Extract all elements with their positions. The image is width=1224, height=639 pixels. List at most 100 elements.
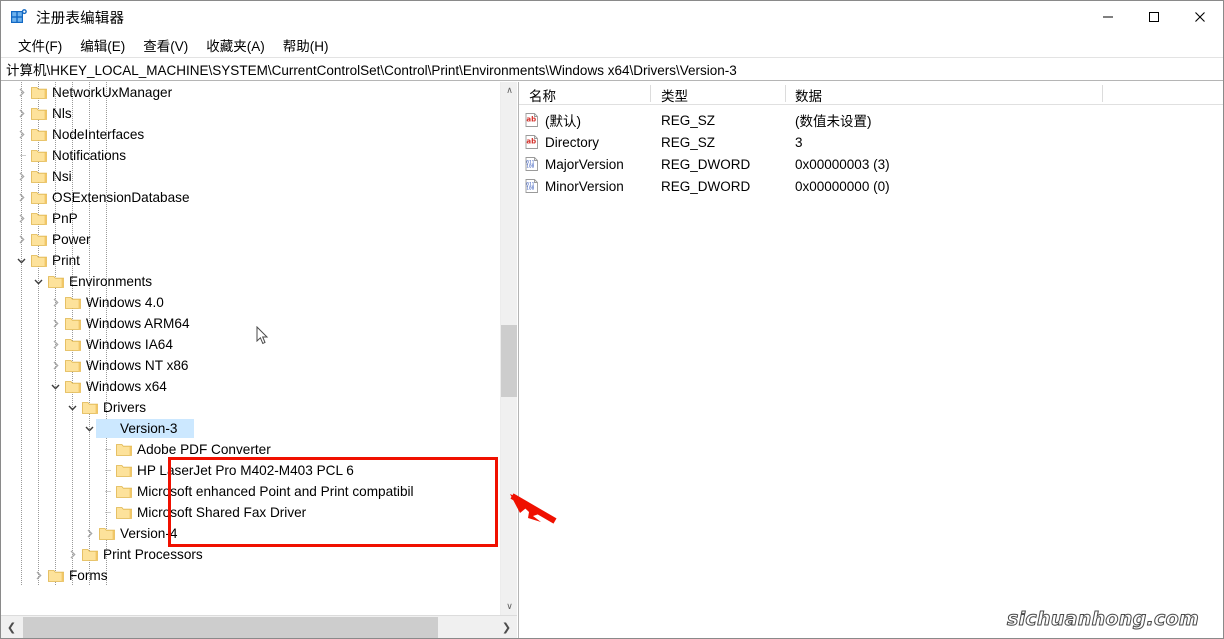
mouse-cursor [256, 325, 270, 346]
chevron-right-icon[interactable] [47, 292, 63, 313]
chevron-right-icon[interactable] [13, 229, 29, 250]
value-type: REG_DWORD [661, 178, 751, 194]
tree-node-label: Power [52, 232, 91, 247]
tree-node[interactable]: Print [1, 250, 496, 271]
tree-node-label: Adobe PDF Converter [137, 442, 271, 457]
horizontal-scroll-thumb[interactable] [23, 617, 438, 638]
chevron-right-icon[interactable] [81, 523, 97, 544]
tree-node[interactable]: Windows IA64 [1, 334, 496, 355]
scroll-down-button[interactable]: ∨ [501, 598, 517, 615]
tree-node[interactable]: Power [1, 229, 496, 250]
column-header-data[interactable]: 数据 [795, 85, 822, 105]
value-row[interactable]: ab (默认) REG_SZ (数值未设置) [519, 109, 1223, 131]
value-name: MinorVersion [545, 178, 624, 194]
vertical-scroll-thumb[interactable] [501, 325, 517, 397]
chevron-down-icon[interactable] [13, 250, 29, 271]
scroll-up-button[interactable]: ∧ [501, 82, 517, 99]
value-data: 0x00000000 (0) [795, 178, 890, 194]
folder-icon [99, 527, 116, 541]
chevron-down-icon[interactable] [30, 271, 46, 292]
value-row[interactable]: ab Directory REG_SZ 3 [519, 131, 1223, 153]
chevron-down-icon[interactable] [47, 376, 63, 397]
tree-node[interactable]: Environments [1, 271, 496, 292]
tree-node-label: Nls [52, 106, 72, 121]
tree-node[interactable]: Nls [1, 103, 496, 124]
value-row[interactable]: 011 100 MinorVersion REG_DWORD 0x00000000 (0… [519, 175, 1223, 197]
tree-node[interactable]: Windows NT x86 [1, 355, 496, 376]
tree-node[interactable]: Print Processors [1, 544, 496, 565]
chevron-right-icon[interactable] [47, 355, 63, 376]
tree-node-label: PnP [52, 211, 78, 226]
tree-node[interactable]: NetworkUxManager [1, 82, 496, 103]
scroll-left-button[interactable]: ❮ [1, 616, 22, 638]
value-data: (数值未设置) [795, 114, 872, 129]
chevron-right-icon[interactable] [13, 187, 29, 208]
menu-view[interactable]: 查看(V) [134, 33, 197, 58]
title-bar: 注册表编辑器 [1, 1, 1223, 33]
scroll-right-button[interactable]: ❯ [496, 616, 517, 638]
tree-node-label: HP LaserJet Pro M402-M403 PCL 6 [137, 463, 354, 478]
close-button[interactable] [1177, 1, 1223, 33]
chevron-right-icon[interactable] [13, 103, 29, 124]
value-row[interactable]: 011 100 MajorVersion REG_DWORD 0x00000003 (3… [519, 153, 1223, 175]
tree-node[interactable]: Adobe PDF Converter [1, 439, 496, 460]
tree-node[interactable]: Windows x64 [1, 376, 496, 397]
tree-leaf-connector [98, 502, 114, 523]
chevron-right-icon[interactable] [64, 544, 80, 565]
tree-vertical-scrollbar[interactable]: ∧ ∨ [500, 82, 517, 615]
chevron-right-icon[interactable] [13, 166, 29, 187]
tree-leaf-connector [98, 439, 114, 460]
menu-edit[interactable]: 编辑(E) [71, 33, 134, 58]
menu-favorites[interactable]: 收藏夹(A) [197, 33, 274, 58]
value-name: (默认) [545, 114, 581, 129]
tree-node[interactable]: Microsoft Shared Fax Driver [1, 502, 496, 523]
tree-node[interactable]: PnP [1, 208, 496, 229]
chevron-right-icon[interactable] [13, 208, 29, 229]
registry-tree-pane: NetworkUxManager Nls NodeInterfaces Notific… [1, 82, 517, 638]
tree-node[interactable]: HP LaserJet Pro M402-M403 PCL 6 [1, 460, 496, 481]
tree-node-label: Notifications [52, 148, 127, 163]
chevron-right-icon[interactable] [47, 334, 63, 355]
tree-node[interactable]: Windows 4.0 [1, 292, 496, 313]
folder-icon [65, 359, 82, 373]
maximize-button[interactable] [1131, 1, 1177, 33]
chevron-right-icon[interactable] [13, 82, 29, 103]
folder-icon [82, 548, 99, 562]
tree-node[interactable]: Nsi [1, 166, 496, 187]
address-bar[interactable]: 计算机\HKEY_LOCAL_MACHINE\SYSTEM\CurrentCon… [1, 57, 1223, 81]
tree-node-label: NetworkUxManager [52, 85, 173, 100]
menu-file[interactable]: 文件(F) [9, 33, 71, 58]
tree-node[interactable]: Forms [1, 565, 496, 586]
folder-icon [31, 128, 48, 142]
column-header-name[interactable]: 名称 [529, 85, 556, 105]
tree-node[interactable]: Drivers [1, 397, 496, 418]
tree-horizontal-scrollbar[interactable]: ❮ ❯ [1, 615, 517, 638]
svg-text:100: 100 [526, 164, 534, 170]
chevron-right-icon[interactable] [13, 124, 29, 145]
red-arrow-annotation [509, 491, 561, 527]
tree-node-label: Drivers [103, 400, 147, 415]
tree-node[interactable]: Version-4 [1, 523, 496, 544]
chevron-down-icon[interactable] [64, 397, 80, 418]
tree-node[interactable]: Microsoft enhanced Point and Print compa… [1, 481, 496, 502]
registry-values-pane: 名称 类型 数据 ab (默认) REG_SZ (数值未设置) ab Directory R… [518, 82, 1223, 638]
chevron-right-icon[interactable] [30, 565, 46, 586]
tree-node-label: OSExtensionDatabase [52, 190, 190, 205]
menu-help[interactable]: 帮助(H) [274, 33, 338, 58]
folder-icon [65, 338, 82, 352]
dword-value-icon: 011 100 [524, 178, 540, 194]
tree-node-label: Windows 4.0 [86, 295, 164, 310]
tree-node[interactable]: Windows ARM64 [1, 313, 496, 334]
value-data: 3 [795, 134, 803, 150]
tree-node[interactable]: OSExtensionDatabase [1, 187, 496, 208]
folder-icon [65, 296, 82, 310]
tree-node[interactable]: NodeInterfaces [1, 124, 496, 145]
folder-icon [82, 401, 99, 415]
minimize-button[interactable] [1085, 1, 1131, 33]
column-header-type[interactable]: 类型 [661, 85, 688, 105]
tree-node[interactable]: Version-3 [1, 418, 496, 439]
chevron-right-icon[interactable] [47, 313, 63, 334]
chevron-down-icon[interactable] [81, 418, 97, 439]
tree-node-label: Microsoft enhanced Point and Print compa… [137, 484, 414, 499]
tree-node[interactable]: Notifications [1, 145, 496, 166]
